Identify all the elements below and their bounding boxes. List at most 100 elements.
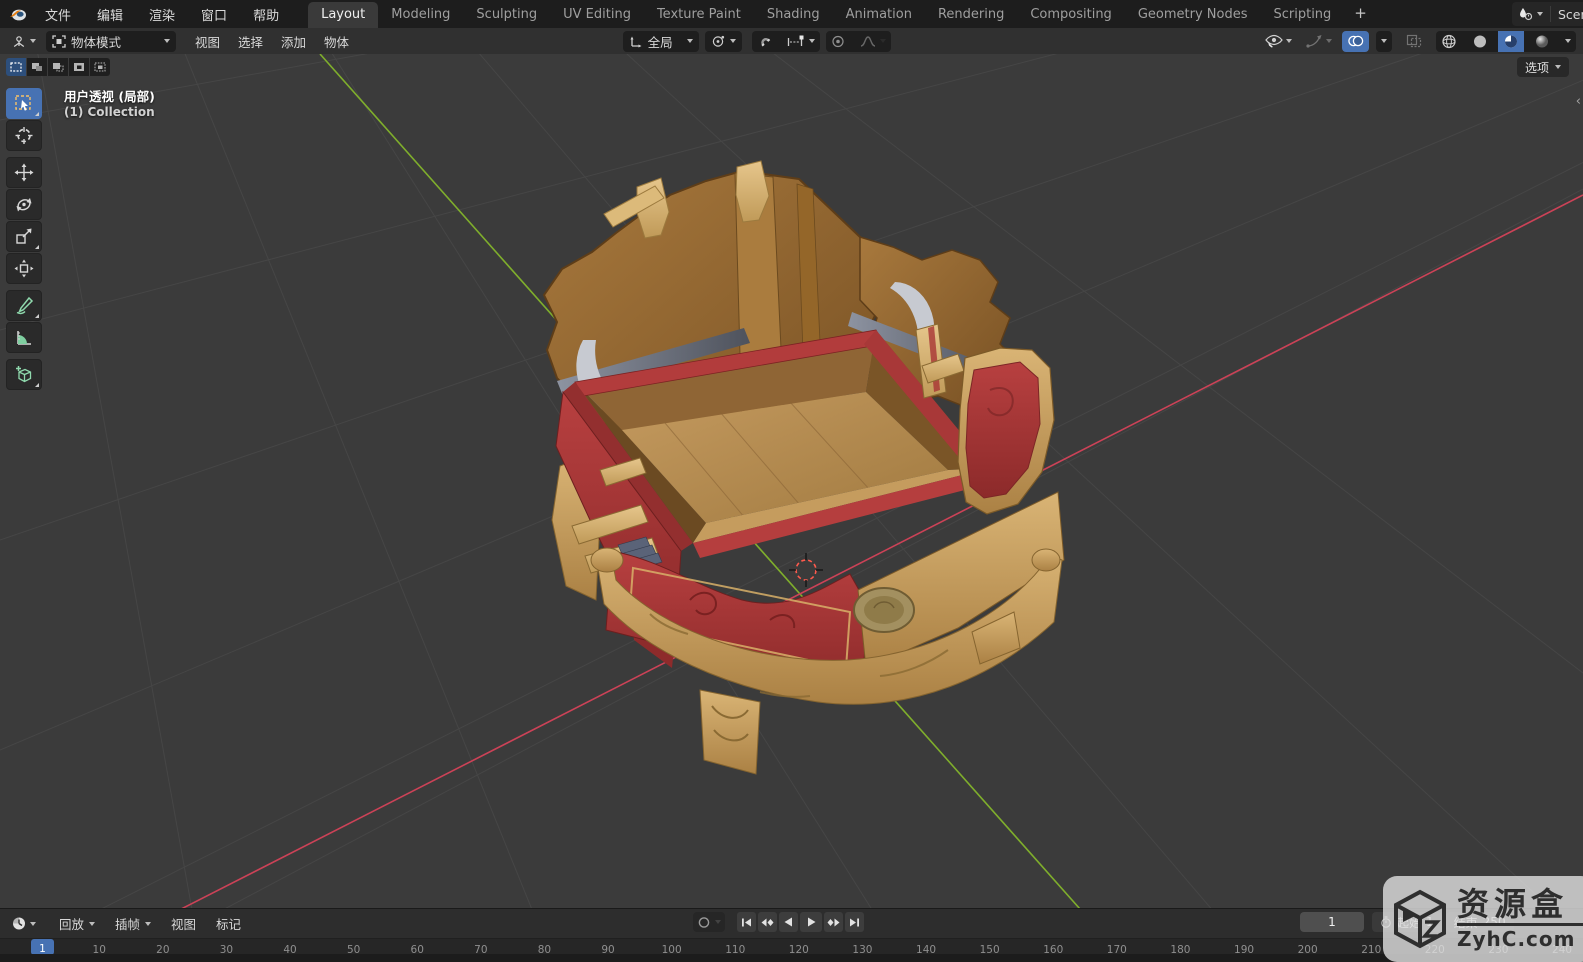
toolbar — [6, 88, 42, 390]
viewport-menu[interactable]: 选择 — [238, 35, 263, 50]
mode-dropdown[interactable]: 物体模式 — [46, 31, 176, 52]
frame-tick: 30 — [220, 944, 233, 954]
falloff-dropdown[interactable] — [855, 31, 891, 52]
scene-selector[interactable]: Scene — [1512, 2, 1583, 26]
timeline-menu[interactable]: 回放 — [59, 914, 95, 933]
blender-logo-icon[interactable] — [8, 6, 28, 22]
tool-annotate[interactable] — [6, 290, 42, 321]
workspace-tab[interactable]: Scripting — [1260, 2, 1344, 28]
shading-dropdown[interactable] — [1560, 31, 1576, 52]
shading-wireframe-icon — [1441, 34, 1457, 49]
frame-tick: 110 — [725, 944, 745, 954]
tool-select-box[interactable] — [6, 88, 42, 119]
workspace-tabs: LayoutModelingSculptingUV EditingTexture… — [308, 0, 1377, 28]
jump-to-start-button[interactable] — [737, 912, 756, 932]
watermark-title: 资源盒 — [1457, 887, 1568, 921]
pivot-point-icon — [711, 35, 725, 48]
tool-add-cube[interactable] — [6, 359, 42, 390]
timeline-ruler[interactable]: 1 10203040506070809010011012013014015016… — [0, 938, 1583, 954]
timeline-editor: 回放 插帧 视图 标记 — [0, 908, 1583, 954]
topbar-menu[interactable]: 帮助 — [249, 7, 283, 26]
viewport-3d[interactable]: 用户透视 (局部) (1) Collection 选项 ‹ — [0, 54, 1583, 908]
model-chinese-chest[interactable] — [544, 161, 1064, 774]
tool-rotate[interactable] — [6, 189, 42, 220]
orientation-dropdown[interactable]: 全局 — [623, 31, 699, 52]
topbar-menu[interactable]: 渲染 — [145, 7, 179, 26]
gizmos-dropdown[interactable] — [1302, 31, 1336, 52]
play-reverse-button[interactable] — [779, 912, 798, 932]
tool-move[interactable] — [6, 157, 42, 188]
tool-scale[interactable] — [6, 221, 42, 252]
pivot-point-dropdown[interactable] — [705, 31, 742, 52]
prev-keyframe-button[interactable] — [758, 912, 777, 932]
workspace-tab[interactable]: Rendering — [925, 2, 1017, 28]
select-mode-invert[interactable] — [69, 58, 89, 76]
current-frame-field[interactable]: 1 — [1300, 912, 1364, 932]
topbar-menu[interactable]: 文件 — [41, 7, 75, 26]
overlays-toggle[interactable] — [1342, 31, 1369, 52]
show-hide-dropdown[interactable] — [1261, 31, 1296, 52]
workspace-tab[interactable]: Modeling — [378, 2, 463, 28]
dropdown-caret — [145, 922, 151, 926]
shading-wireframe-button[interactable] — [1436, 31, 1462, 52]
xray-toggle[interactable] — [1402, 31, 1426, 52]
cursor-3d — [789, 553, 823, 587]
select-mode-subtract[interactable] — [48, 58, 68, 76]
frame-tick: 20 — [156, 944, 169, 954]
viewport-menu[interactable]: 添加 — [281, 35, 306, 50]
tool-transform[interactable] — [6, 253, 42, 284]
tool-cursor[interactable] — [6, 120, 42, 151]
options-dropdown[interactable]: 选项 — [1517, 57, 1569, 77]
shading-material-button[interactable] — [1498, 31, 1524, 52]
timeline-editor-type-button[interactable] — [7, 913, 40, 934]
proportional-edit-toggle[interactable] — [826, 31, 850, 52]
viewport-menu[interactable]: 物体 — [324, 35, 349, 50]
select-mode-new[interactable] — [6, 58, 26, 76]
select-mode-intersect[interactable] — [90, 58, 110, 76]
autokey-record-icon[interactable] — [697, 916, 711, 929]
snap-controls — [752, 31, 820, 52]
snap-target-button[interactable] — [782, 31, 820, 52]
watermark-text: 资源盒 ZyhC.com — [1457, 887, 1583, 951]
transport-controls — [737, 912, 864, 932]
next-keyframe-button[interactable] — [824, 912, 843, 932]
viewport-menu[interactable]: 视图 — [195, 35, 220, 50]
orientation-axis-icon — [629, 35, 643, 48]
shading-solid-icon — [1472, 34, 1488, 49]
workspace-tab[interactable]: UV Editing — [550, 2, 644, 28]
workspace-tab[interactable]: Texture Paint — [644, 2, 754, 28]
snap-toggle-button[interactable] — [752, 31, 777, 52]
play-button[interactable] — [800, 912, 822, 932]
topbar: 文件编辑渲染窗口帮助 LayoutModelingSculptingUV Edi… — [0, 0, 1583, 28]
workspace-tab[interactable]: Geometry Nodes — [1125, 2, 1261, 28]
timeline-menu[interactable]: 插帧 — [115, 914, 151, 933]
workspace-tab[interactable]: Animation — [833, 2, 925, 28]
frame-tick: 50 — [347, 944, 360, 954]
timeline-menu-label: 插帧 — [115, 914, 140, 933]
timeline-menu[interactable]: 标记 — [216, 914, 241, 933]
select-mode-extend[interactable] — [27, 58, 47, 76]
topbar-menu[interactable]: 编辑 — [93, 7, 127, 26]
scene-name[interactable]: Scene — [1558, 7, 1583, 22]
frame-tick: 130 — [852, 944, 872, 954]
shading-solid-button[interactable] — [1467, 31, 1493, 52]
workspace-tab[interactable]: Layout — [308, 2, 378, 28]
jump-to-end-button[interactable] — [845, 912, 864, 932]
topbar-menu[interactable]: 窗口 — [197, 7, 231, 26]
frame-tick: 200 — [1298, 944, 1318, 954]
overlays-icon — [1347, 34, 1364, 48]
sidebar-toggle-arrow[interactable]: ‹ — [1576, 94, 1581, 109]
editor-type-button[interactable] — [7, 31, 40, 52]
overlays-dropdown[interactable] — [1376, 31, 1392, 52]
workspace-tab[interactable]: Compositing — [1017, 2, 1125, 28]
autokey-dropdown[interactable] — [715, 920, 721, 924]
add-workspace-button[interactable]: + — [1344, 1, 1377, 28]
workspace-tab[interactable]: Sculpting — [463, 2, 550, 28]
frame-tick: 10 — [93, 944, 106, 954]
tool-measure[interactable] — [6, 322, 42, 353]
shading-rendered-button[interactable] — [1529, 31, 1555, 52]
playhead[interactable]: 1 — [31, 939, 54, 954]
scene-dropdown-caret[interactable] — [1537, 12, 1543, 16]
timeline-menu[interactable]: 视图 — [171, 914, 196, 933]
workspace-tab[interactable]: Shading — [754, 2, 833, 28]
